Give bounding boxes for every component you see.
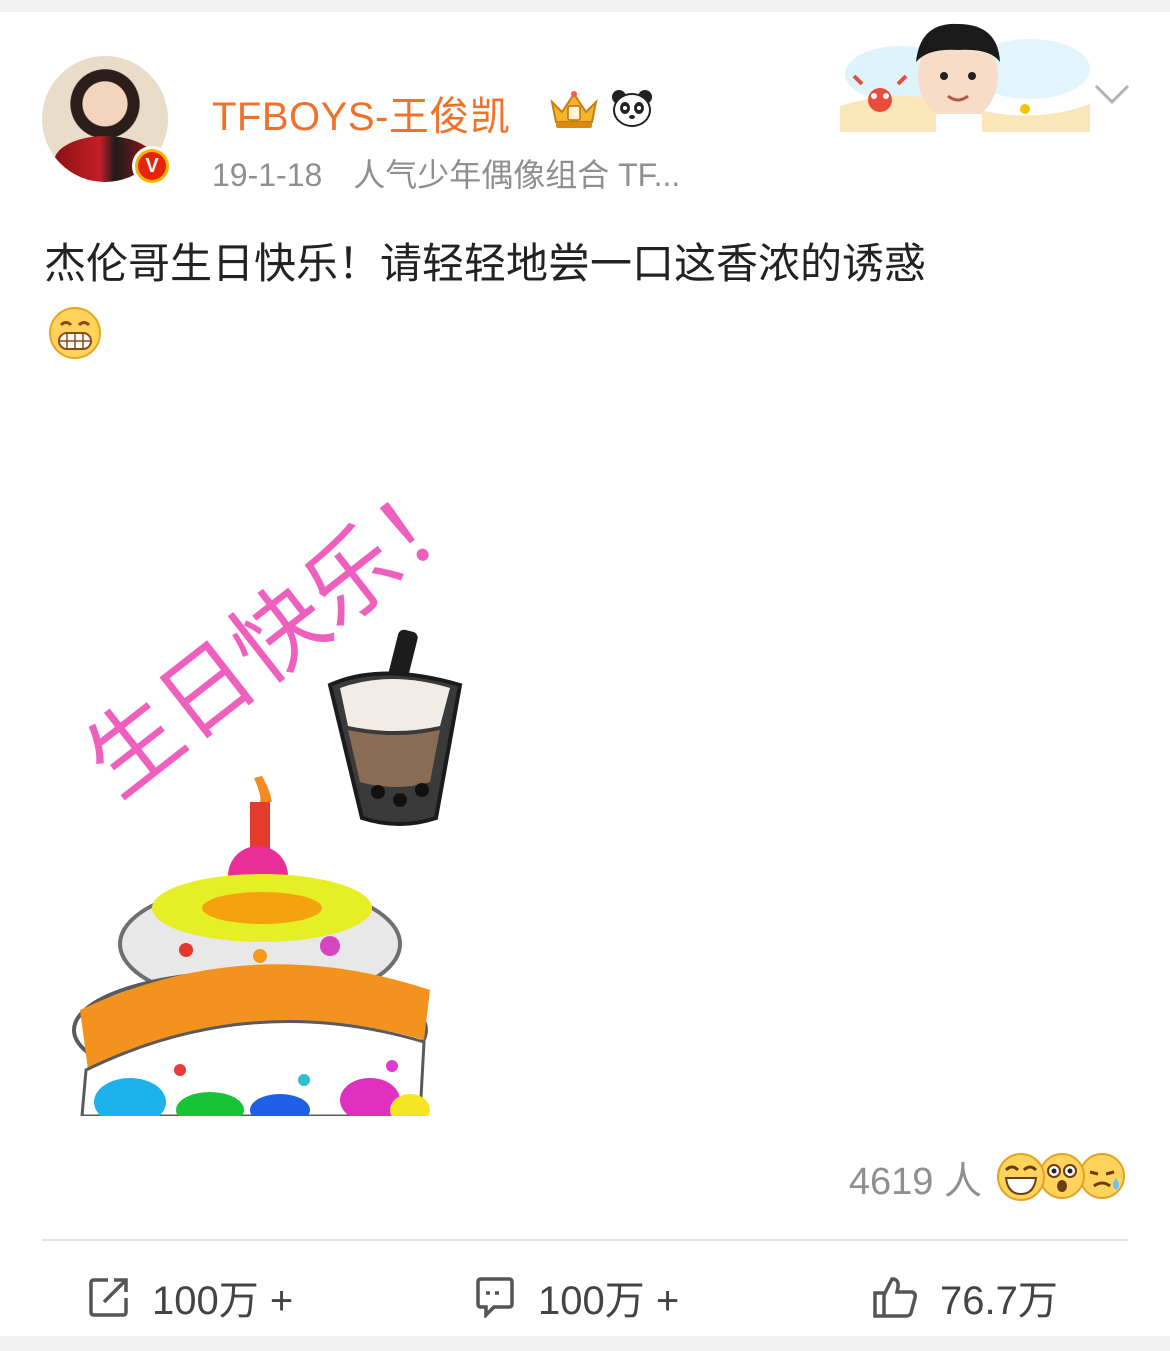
chevron-down-icon[interactable] [1094, 80, 1130, 108]
comment-button[interactable]: 100万 + [474, 1268, 679, 1326]
post-content: 杰伦哥生日快乐！请轻轻地尝一口这香浓的诱惑 [44, 230, 1134, 366]
username[interactable]: TFBOYS-王俊凯 [212, 84, 510, 142]
card-banner-decoration [840, 23, 1090, 132]
laugh-emoji-icon [997, 1152, 1045, 1201]
reaction-count: 4619 人 [848, 1161, 982, 1203]
post-date: 19-1-18 [212, 157, 323, 193]
panda-icon [612, 90, 652, 127]
like-count: 76.7万 [940, 1279, 1058, 1323]
post-source: 人气少年偶像组合 TF... [353, 157, 681, 193]
comment-icon [476, 1277, 514, 1318]
action-bar: 100万 + 100万 + 76.7万 [0, 1252, 1170, 1336]
reaction-emojis [996, 1152, 1126, 1204]
weibo-post-card: V TFBOYS-王俊凯 19-1-18 人气少年偶像组合 TF... 杰伦哥生… [0, 12, 1170, 1336]
thumbs-up-icon [873, 1277, 917, 1318]
bubble-tea-drawing [327, 629, 463, 826]
crown-badge-icon [550, 91, 598, 128]
repost-icon [89, 1278, 128, 1317]
verified-badge-icon: V [132, 146, 172, 186]
repost-count: 100万 + [152, 1279, 294, 1323]
grin-emoji-icon [49, 307, 101, 359]
user-avatar[interactable]: V [42, 56, 172, 186]
repost-button[interactable]: 100万 + [88, 1268, 293, 1326]
birthday-cake-drawing [72, 776, 430, 1116]
reaction-summary[interactable]: 4619 人 [849, 1150, 1126, 1205]
post-image-drawing[interactable]: 生日快乐！ [40, 430, 520, 1116]
like-button[interactable]: 76.7万 [872, 1268, 1058, 1326]
post-text: 杰伦哥生日快乐！请轻轻地尝一口这香浓的诱惑 [44, 239, 927, 288]
comment-count: 100万 + [538, 1279, 680, 1323]
divider [42, 1239, 1128, 1241]
post-meta: 19-1-18 人气少年偶像组合 TF... [212, 150, 680, 196]
